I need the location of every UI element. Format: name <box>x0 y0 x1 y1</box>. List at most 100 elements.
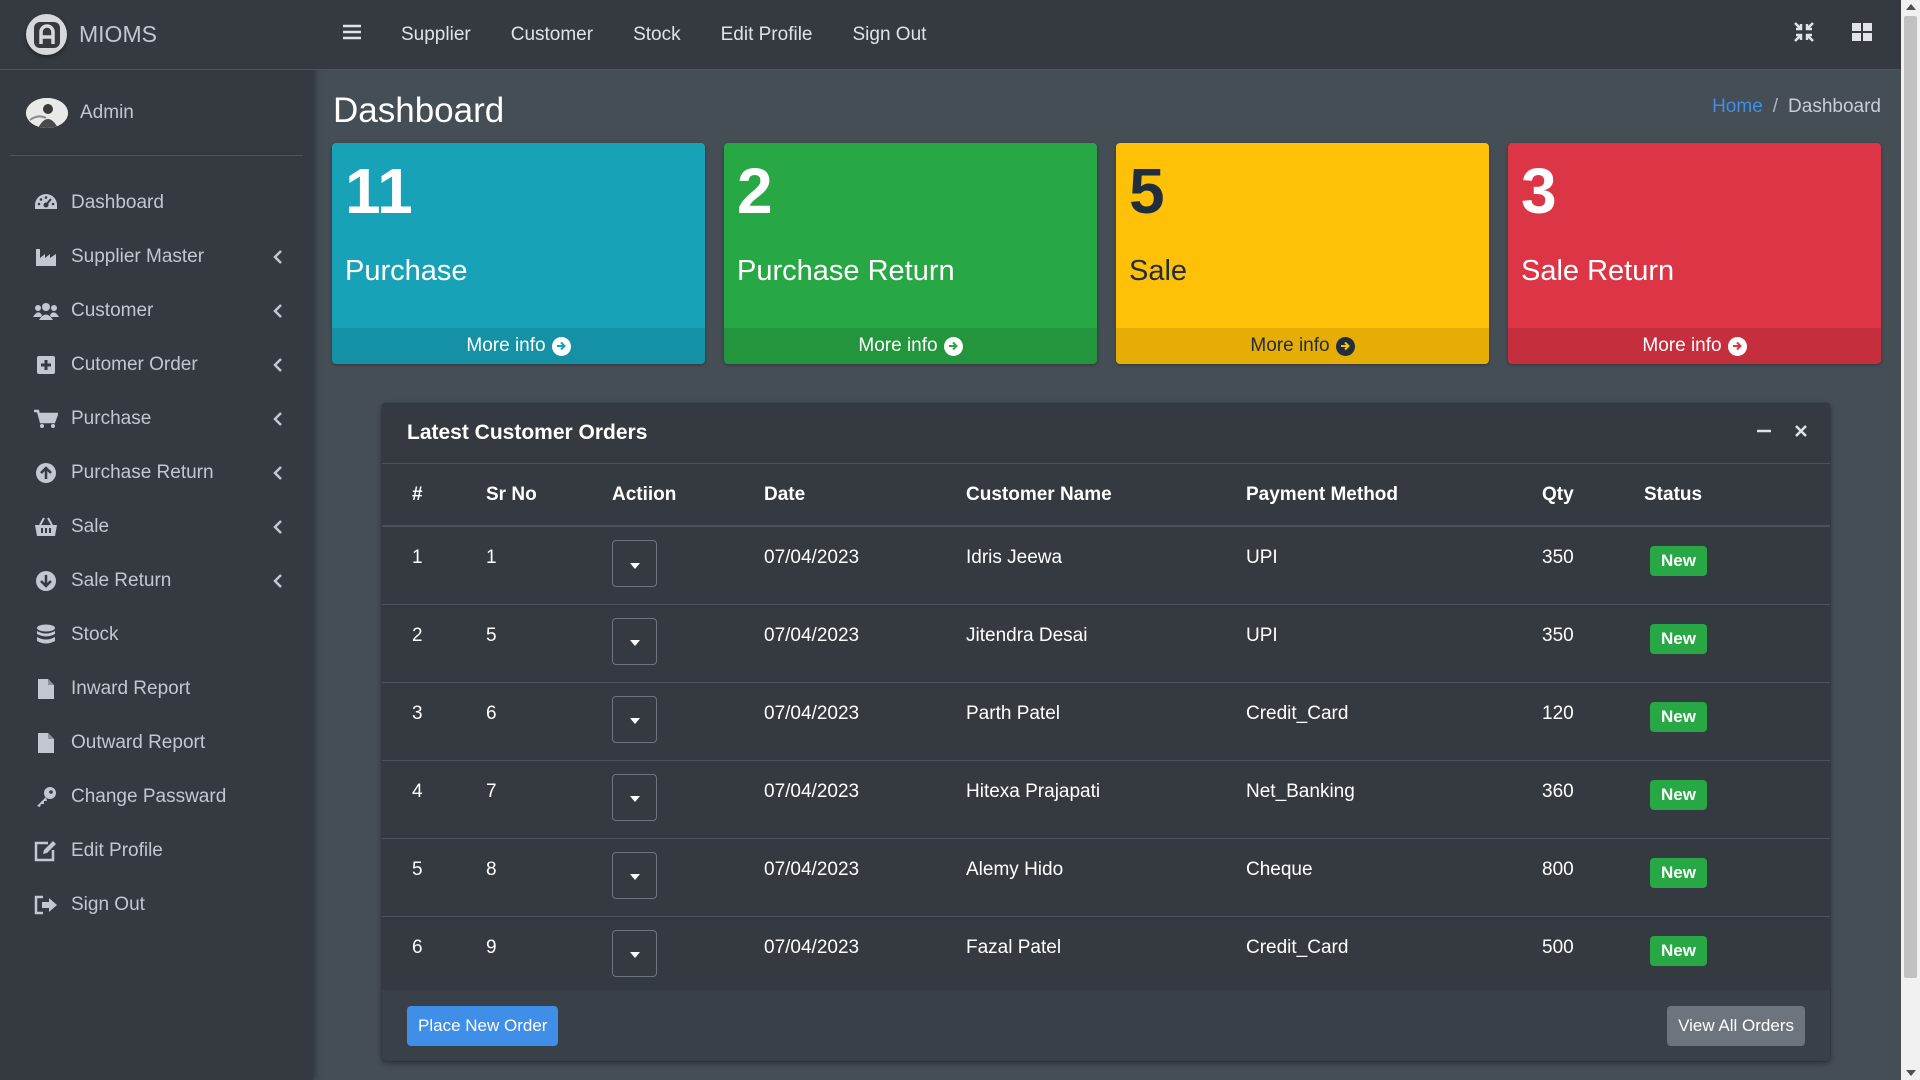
view-all-orders-button[interactable]: View All Orders <box>1667 1005 1805 1046</box>
brand-link[interactable]: MIOMS <box>0 0 313 70</box>
control-sidebar-icon[interactable] <box>1851 22 1873 47</box>
cell-sr-no: 8 <box>456 838 582 917</box>
sidebar-item-purchase[interactable]: Purchase <box>0 392 313 446</box>
more-info-label: More info <box>466 335 546 356</box>
stat-boxes: 11 Purchase More info 2 Purchase Return … <box>332 143 1881 364</box>
cell-qty: 500 <box>1512 916 1614 995</box>
topnav-link-edit-profile[interactable]: Edit Profile <box>701 24 833 46</box>
cell-qty: 350 <box>1512 526 1614 605</box>
caret-down-icon <box>629 553 640 575</box>
sidebar-item-supplier-master[interactable]: Supplier Master <box>0 230 313 284</box>
sidebar-item-cutomer-order[interactable]: Cutomer Order <box>0 338 313 392</box>
cart-icon <box>33 407 59 431</box>
action-dropdown-button[interactable] <box>612 695 657 743</box>
breadcrumb-home-link[interactable]: Home <box>1712 96 1763 118</box>
action-dropdown-button[interactable] <box>612 929 657 977</box>
user-panel[interactable]: Admin <box>10 70 303 156</box>
column-header: Qty <box>1512 464 1614 527</box>
scroll-thumb[interactable] <box>1904 16 1917 978</box>
stat-value: 5 <box>1129 155 1165 227</box>
cell-index: 2 <box>382 604 456 683</box>
topnav-link-supplier[interactable]: Supplier <box>381 24 491 46</box>
more-info-label: More info <box>858 335 938 356</box>
sign-out-icon <box>33 893 59 917</box>
page-scrollbar[interactable] <box>1901 0 1920 1080</box>
topnav-link-sign-out[interactable]: Sign Out <box>832 24 946 46</box>
edit-icon <box>33 839 59 863</box>
caret-down-icon <box>629 786 640 808</box>
cell-payment-method: UPI <box>1216 604 1512 683</box>
action-dropdown-button[interactable] <box>612 540 657 587</box>
sidebar-item-label: Change Passward <box>71 786 227 807</box>
sidebar-item-dashboard[interactable]: Dashboard <box>0 176 313 230</box>
scroll-down-arrow-icon[interactable] <box>1906 1070 1916 1076</box>
more-info-link[interactable]: More info <box>1116 328 1489 364</box>
sidebar-item-change-password[interactable]: Change Passward <box>0 770 313 824</box>
file-icon <box>33 677 59 701</box>
topnav-link-stock[interactable]: Stock <box>613 24 701 46</box>
close-icon[interactable] <box>1794 424 1808 443</box>
column-header: Actiion <box>582 464 734 527</box>
cell-date: 07/04/2023 <box>734 682 936 761</box>
dashboard-icon <box>33 191 59 215</box>
topnav-link-customer[interactable]: Customer <box>491 24 613 46</box>
menu-toggle-button[interactable] <box>323 23 381 46</box>
more-info-link[interactable]: More info <box>1508 328 1881 364</box>
cell-status: New <box>1614 604 1830 683</box>
sidebar-item-sale[interactable]: Sale <box>0 500 313 554</box>
sidebar-item-sign-out[interactable]: Sign Out <box>0 878 313 932</box>
breadcrumb: Home / Dashboard <box>1712 96 1881 118</box>
sidebar-item-label: Supplier Master <box>71 246 205 267</box>
cell-customer-name: Parth Patel <box>936 682 1216 761</box>
sidebar-item-label: Sale <box>71 516 110 537</box>
sidebar-item-edit-profile[interactable]: Edit Profile <box>0 824 313 878</box>
caret-down-icon <box>629 630 640 652</box>
card-title: Latest Customer Orders <box>407 421 648 444</box>
sidebar-item-label: Cutomer Order <box>71 354 198 375</box>
cell-customer-name: Alemy Hido <box>936 838 1216 917</box>
more-info-link[interactable]: More info <box>724 328 1097 364</box>
arrow-circle-right-icon <box>1335 336 1355 356</box>
scroll-up-arrow-icon[interactable] <box>1906 4 1916 10</box>
stat-value: 3 <box>1521 155 1557 227</box>
sidebar-item-inward-report[interactable]: Inward Report <box>0 662 313 716</box>
sidebar-item-sale-return[interactable]: Sale Return <box>0 554 313 608</box>
top-navbar: Supplier Customer Stock Edit Profile Sig… <box>313 0 1901 70</box>
basket-icon <box>33 515 59 539</box>
sidebar-item-customer[interactable]: Customer <box>0 284 313 338</box>
cell-sr-no: 1 <box>456 526 582 605</box>
sidebar-item-purchase-return[interactable]: Purchase Return <box>0 446 313 500</box>
sidebar-nav: Dashboard Supplier Master Customer Cutom… <box>0 156 313 932</box>
cell-date: 07/04/2023 <box>734 526 936 605</box>
breadcrumb-separator: / <box>1772 96 1779 117</box>
sidebar-item-stock[interactable]: Stock <box>0 608 313 662</box>
table-header-row: # Sr No Actiion Date Customer Name Payme… <box>382 464 1830 527</box>
fullscreen-exit-icon[interactable] <box>1793 21 1815 48</box>
arrow-circle-right-icon <box>943 336 963 356</box>
action-dropdown-button[interactable] <box>612 851 657 899</box>
topnav-tools <box>1793 21 1901 48</box>
cell-action <box>582 604 734 683</box>
cell-index: 3 <box>382 682 456 761</box>
arrow-circle-down-icon <box>33 569 59 593</box>
cell-action <box>582 838 734 917</box>
avatar <box>26 97 68 128</box>
stat-box-sale-return: 3 Sale Return More info <box>1508 143 1881 364</box>
chevron-left-icon <box>271 250 285 264</box>
stat-box-purchase-return: 2 Purchase Return More info <box>724 143 1097 364</box>
database-icon <box>33 623 59 647</box>
cell-index: 6 <box>382 916 456 995</box>
sidebar-item-outward-report[interactable]: Outward Report <box>0 716 313 770</box>
action-dropdown-button[interactable] <box>612 617 657 665</box>
chevron-left-icon <box>271 412 285 426</box>
more-info-label: More info <box>1250 335 1330 356</box>
orders-table: # Sr No Actiion Date Customer Name Payme… <box>382 464 1830 995</box>
cell-status: New <box>1614 526 1830 605</box>
sidebar-item-label: Dashboard <box>71 192 164 213</box>
collapse-icon[interactable] <box>1756 423 1772 444</box>
place-new-order-button[interactable]: Place New Order <box>407 1005 559 1046</box>
more-info-link[interactable]: More info <box>332 328 705 364</box>
card-tools <box>1756 423 1808 444</box>
action-dropdown-button[interactable] <box>612 773 657 821</box>
cell-status: New <box>1614 682 1830 761</box>
